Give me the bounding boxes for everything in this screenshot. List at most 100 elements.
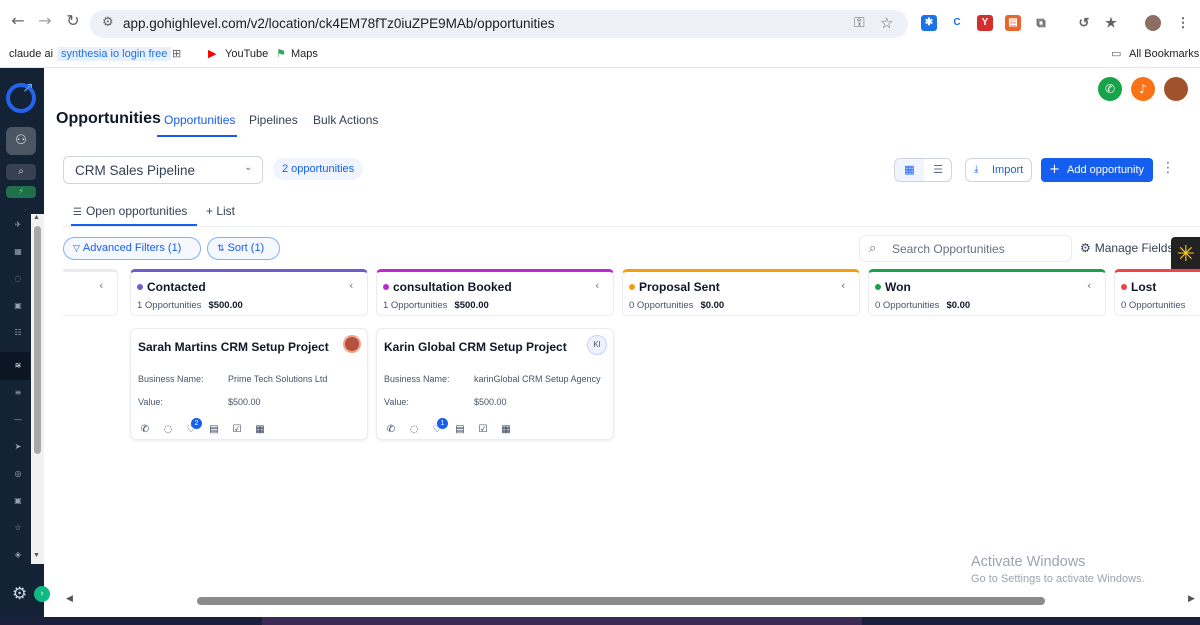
sites-icon[interactable]: ◎ [11, 467, 25, 481]
appointment-icon[interactable]: ▦ [253, 424, 267, 435]
task-icon[interactable]: ☑ [476, 424, 490, 435]
history-icon[interactable]: ↺ [1076, 15, 1092, 31]
add-opportunity-button[interactable]: + Add opportunity [1041, 158, 1153, 182]
profile-avatar[interactable] [1145, 15, 1161, 31]
card-title[interactable]: Sarah Martins CRM Setup Project [138, 340, 329, 354]
scroll-thumb[interactable] [197, 597, 1045, 605]
collapse-icon[interactable]: ‹ [841, 279, 845, 292]
favorites-star-icon[interactable]: ★ [1103, 15, 1119, 31]
extension-icon[interactable]: ✱ [921, 15, 937, 31]
phone-icon[interactable]: ✆ [384, 424, 398, 435]
assistant-widget-icon[interactable]: ✳ [1171, 237, 1200, 272]
search-icon[interactable]: ⌕ [6, 164, 36, 180]
user-avatar[interactable] [1164, 77, 1188, 101]
stage-value: $500.00 [208, 300, 243, 311]
settings-gear-icon[interactable]: ⚙ [12, 584, 27, 604]
stage-column-header: Proposal Sent 0 Opportunities $0.00 ‹ [622, 269, 860, 316]
chat-icon[interactable]: ◌ [161, 424, 175, 435]
opportunities-icon[interactable]: ≋ [11, 359, 25, 373]
extension-y-icon[interactable]: Y [977, 15, 993, 31]
opportunity-card[interactable]: Karin Global CRM Setup Project KI Busine… [376, 328, 614, 440]
notes-icon[interactable]: ▤ [453, 424, 467, 435]
phone-icon[interactable]: ✆ [138, 424, 152, 435]
add-list-button[interactable]: + List [206, 204, 235, 218]
list-view-icon[interactable]: ☰ [924, 159, 952, 181]
apps-grid-icon[interactable]: ⊞ [172, 47, 181, 61]
collapse-icon[interactable]: ‹ [595, 279, 599, 292]
notification-bell-icon[interactable]: ♪ [1131, 77, 1155, 101]
search-input[interactable] [892, 240, 1062, 258]
collapse-icon[interactable]: ‹ [1087, 279, 1091, 292]
extension-slides-icon[interactable]: ▤ [1005, 15, 1021, 31]
contacts-icon[interactable]: ☷ [11, 326, 25, 340]
board-horizontal-scrollbar[interactable]: ◀ ▶ [63, 594, 1200, 608]
forward-icon[interactable]: → [35, 11, 55, 31]
scroll-down-icon[interactable]: ▼ [33, 552, 40, 559]
extension-c-icon[interactable]: C [949, 15, 965, 31]
tag-icon[interactable]: ♡ 2 [184, 418, 202, 435]
expand-arrow-icon[interactable]: › [34, 586, 50, 602]
taskbar-segment [262, 617, 862, 625]
chat-icon[interactable]: ◌ [407, 424, 421, 435]
site-info-icon[interactable]: ⚙ [102, 15, 114, 30]
collapse-icon[interactable]: ‹ [99, 279, 103, 292]
memberships-icon[interactable]: ▣ [11, 494, 25, 508]
address-bar[interactable]: ⚙ app.gohighlevel.com/v2/location/ck4EM7… [90, 10, 908, 38]
scroll-up-icon[interactable]: ▲ [33, 214, 40, 221]
account-switcher-icon[interactable]: ⚇ [6, 127, 36, 155]
card-title[interactable]: Karin Global CRM Setup Project [384, 340, 567, 354]
notes-icon[interactable]: ▤ [207, 424, 221, 435]
launchpad-icon[interactable]: ✈ [11, 218, 25, 232]
browser-menu-icon[interactable]: ⋮ [1175, 15, 1191, 31]
reputation-icon[interactable]: ☆ [11, 521, 25, 535]
payments-icon[interactable]: ≡ [11, 386, 25, 400]
marketing-icon[interactable]: — [11, 413, 25, 427]
tab-open-opportunities[interactable]: ☰ Open opportunities [73, 204, 187, 218]
conversations-icon[interactable]: ◌ [11, 272, 25, 286]
scroll-left-icon[interactable]: ◀ [66, 594, 73, 604]
calendar-icon[interactable]: ▣ [11, 299, 25, 313]
value-amount: $500.00 [228, 397, 261, 407]
owner-avatar[interactable] [343, 335, 361, 353]
appointment-icon[interactable]: ▦ [499, 424, 513, 435]
tab-opportunities[interactable]: Opportunities [164, 113, 235, 127]
sidebar-scrollbar[interactable]: ▲ ▼ [31, 214, 44, 564]
tab-bulk-actions[interactable]: Bulk Actions [313, 113, 378, 127]
dashboard-icon[interactable]: ▦ [11, 245, 25, 259]
bookmark-star-icon[interactable]: ☆ [880, 14, 893, 32]
opportunity-card[interactable]: Sarah Martins CRM Setup Project Business… [130, 328, 368, 440]
plus-icon: + [1049, 162, 1060, 177]
advanced-filters-button[interactable]: ▽ Advanced Filters (1) [63, 237, 201, 260]
tab-pipelines[interactable]: Pipelines [249, 113, 298, 127]
collapse-icon[interactable]: ‹ [349, 279, 353, 292]
bookmark-maps[interactable]: Maps [291, 47, 318, 61]
password-key-icon[interactable]: ⚿ [854, 15, 865, 31]
stage-color-dot [629, 284, 635, 290]
bookmark-synthesia[interactable]: synthesia io login free [57, 47, 172, 61]
sort-button[interactable]: ⇅ Sort (1) [207, 237, 280, 260]
manage-fields-button[interactable]: ⚙ Manage Fields [1080, 241, 1173, 255]
owner-initials-avatar[interactable]: KI [587, 335, 607, 355]
task-icon[interactable]: ☑ [230, 424, 244, 435]
quick-actions-icon[interactable]: ⚡ [6, 186, 36, 198]
automation-icon[interactable]: ➤ [11, 440, 25, 454]
more-options-icon[interactable]: ⋮ [1161, 160, 1175, 176]
stage-column-header: Lost 0 Opportunities [1114, 269, 1200, 316]
logo-arrow-icon: ↗ [22, 80, 34, 96]
all-bookmarks[interactable]: All Bookmarks [1129, 47, 1199, 61]
opportunity-count-badge: 2 opportunities [273, 158, 364, 180]
import-button[interactable]: ⤓ Import [965, 158, 1032, 182]
reporting-icon[interactable]: ◈ [11, 548, 25, 562]
back-icon[interactable]: ← [8, 11, 28, 31]
pipeline-select[interactable]: CRM Sales Pipeline ⌄ [63, 156, 263, 184]
extensions-puzzle-icon[interactable]: ⧉ [1033, 15, 1049, 31]
scroll-thumb[interactable] [34, 226, 41, 454]
bookmark-youtube[interactable]: YouTube [225, 47, 268, 61]
tag-icon[interactable]: ♡ 1 [430, 418, 448, 435]
search-opportunities-field[interactable]: ⌕ [859, 235, 1072, 262]
reload-icon[interactable]: ↻ [63, 11, 83, 31]
bookmark-claude[interactable]: claude ai [9, 47, 53, 61]
phone-icon[interactable]: ✆ [1098, 77, 1122, 101]
scroll-right-icon[interactable]: ▶ [1188, 594, 1195, 604]
grid-view-icon[interactable]: ▦ [895, 159, 924, 181]
